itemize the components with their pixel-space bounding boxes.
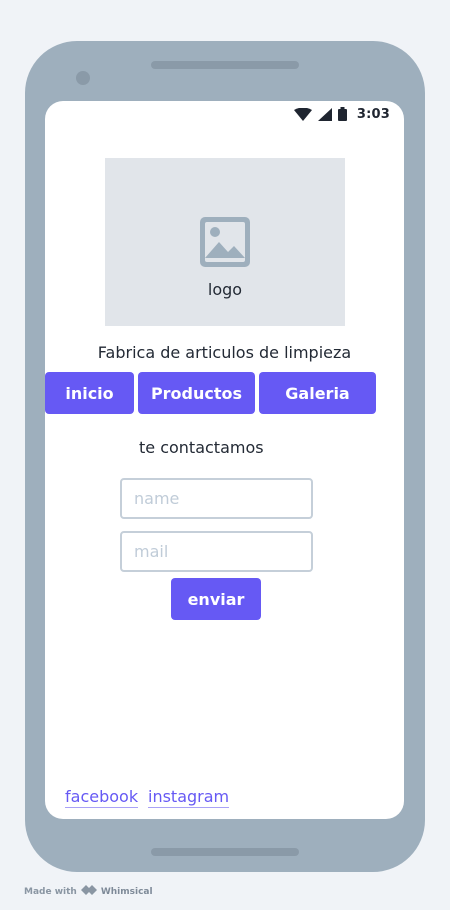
battery-icon <box>337 107 347 121</box>
whimsical-logo-icon <box>80 885 97 898</box>
send-button[interactable]: enviar <box>171 578 261 620</box>
top-speaker <box>151 61 299 69</box>
nav-galeria-button[interactable]: Galeria <box>259 372 376 414</box>
status-time: 3:03 <box>356 106 390 122</box>
camera-dot <box>76 71 90 85</box>
image-placeholder-icon <box>200 217 250 271</box>
instagram-link[interactable]: instagram <box>148 787 230 808</box>
status-bar: 3:03 <box>293 105 390 123</box>
bottom-speaker <box>151 848 299 856</box>
name-input[interactable] <box>120 478 313 519</box>
logo-label: logo <box>207 280 243 299</box>
made-with-watermark: Made with Whimsical <box>24 885 153 898</box>
whimsical-brand: Whimsical <box>100 886 153 897</box>
tagline: Fabrica de articulos de limpieza <box>97 343 352 362</box>
facebook-link[interactable]: facebook <box>65 787 139 808</box>
made-with-label: Made with <box>24 886 77 897</box>
phone-screen: 3:03 logo Fabrica de articulos de limpie… <box>45 101 404 819</box>
mail-input[interactable] <box>120 531 313 572</box>
wifi-icon <box>293 107 312 121</box>
contact-heading: te contactamos <box>139 438 264 457</box>
nav-productos-button[interactable]: Productos <box>138 372 255 414</box>
logo-placeholder: logo <box>105 158 345 326</box>
signal-icon <box>317 107 332 121</box>
nav-inicio-button[interactable]: inicio <box>45 372 134 414</box>
phone-frame: 3:03 logo Fabrica de articulos de limpie… <box>25 41 425 872</box>
